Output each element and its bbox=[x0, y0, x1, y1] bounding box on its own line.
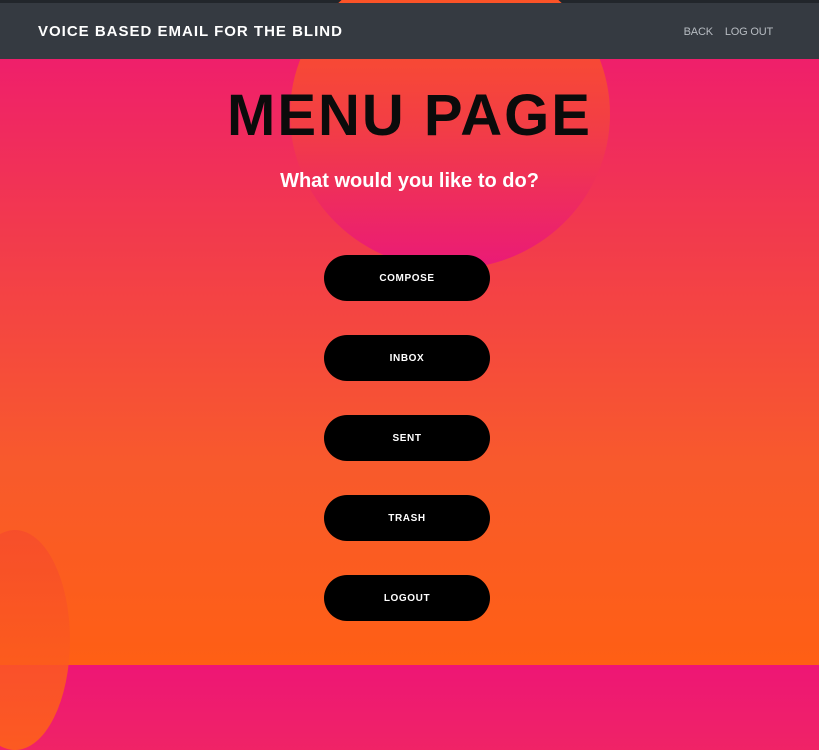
logout-button[interactable]: LOGOUT bbox=[324, 575, 490, 621]
main-content: MENU PAGE What would you like to do? COM… bbox=[0, 0, 819, 665]
page-subtitle: What would you like to do? bbox=[280, 170, 539, 192]
navbar: VOICE BASED EMAIL FOR THE BLIND BACK LOG… bbox=[0, 3, 819, 59]
nav-links: BACK LOG OUT bbox=[675, 3, 774, 61]
back-link[interactable]: BACK bbox=[684, 3, 713, 61]
inbox-button[interactable]: INBOX bbox=[324, 335, 490, 381]
page-title: MENU PAGE bbox=[227, 83, 592, 148]
logout-link[interactable]: LOG OUT bbox=[725, 3, 773, 61]
brand-title[interactable]: VOICE BASED EMAIL FOR THE BLIND bbox=[38, 3, 343, 59]
compose-button[interactable]: COMPOSE bbox=[324, 255, 490, 301]
sent-button[interactable]: SENT bbox=[324, 415, 490, 461]
trash-button[interactable]: TRASH bbox=[324, 495, 490, 541]
